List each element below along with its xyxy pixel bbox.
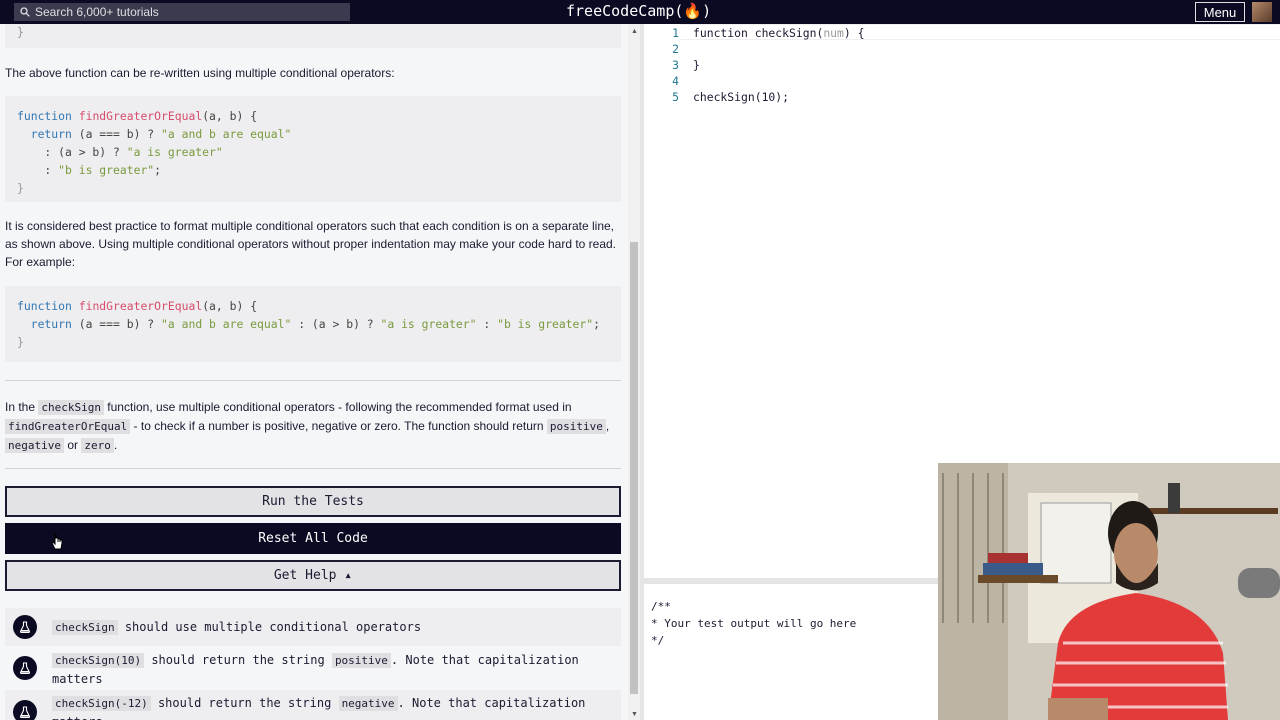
divider <box>5 468 621 469</box>
reset-code-button[interactable]: Reset All Code <box>5 523 621 554</box>
mouse-cursor-icon <box>51 533 63 550</box>
scrollbar-thumb[interactable] <box>630 242 638 694</box>
brand-logo[interactable]: freeCodeCamp(🔥) <box>566 2 711 20</box>
code-line[interactable]: checkSign(10); <box>693 90 789 104</box>
code-example-unformatted: function findGreaterOrEqual(a, b) { retu… <box>5 286 621 362</box>
code-line[interactable]: } <box>693 58 700 72</box>
line-number: 3 <box>672 58 679 72</box>
challenge-instructions: In the checkSign function, use multiple … <box>5 400 610 453</box>
code-example-tail: } <box>5 24 621 48</box>
test-item: checkSign(10) should return the string p… <box>5 646 621 690</box>
flask-icon <box>13 700 37 720</box>
test-item: checkSign(-12) should return the string … <box>5 690 621 720</box>
lesson-scrollbar[interactable]: ▲ ▼ <box>628 24 640 720</box>
search-input[interactable]: Search 6,000+ tutorials <box>14 3 350 21</box>
lesson-paragraph-1: The above function can be re-written usi… <box>5 66 395 80</box>
output-line: */ <box>651 634 665 647</box>
avatar[interactable] <box>1252 2 1272 22</box>
line-number: 5 <box>672 90 679 104</box>
divider <box>5 380 621 381</box>
lesson-pane: } The above function can be re-written u… <box>0 24 628 720</box>
flask-icon <box>13 615 37 639</box>
test-item: checkSign should use multiple conditiona… <box>5 608 621 646</box>
scroll-up-icon[interactable]: ▲ <box>631 28 638 35</box>
run-tests-button[interactable]: Run the Tests <box>5 486 621 517</box>
webcam-overlay <box>938 463 1280 720</box>
line-number: 2 <box>672 42 679 56</box>
code-example-formatted: function findGreaterOrEqual(a, b) { retu… <box>5 96 621 202</box>
menu-button[interactable]: Menu <box>1195 2 1245 22</box>
line-number: 1 <box>672 26 679 40</box>
test-output-console: /** * Your test output will go here */ <box>644 584 938 720</box>
get-help-button[interactable]: Get Help ▴ <box>5 560 621 591</box>
search-icon <box>20 7 30 17</box>
line-number: 4 <box>672 74 679 88</box>
output-line: * Your test output will go here <box>651 617 857 630</box>
top-navbar: Search 6,000+ tutorials freeCodeCamp(🔥) … <box>0 0 1280 24</box>
code-line[interactable]: function checkSign(num) { <box>693 26 864 40</box>
flask-icon <box>13 656 37 680</box>
output-line: /** <box>651 600 671 613</box>
lesson-paragraph-2: It is considered best practice to format… <box>5 219 617 269</box>
webcam-presenter-image <box>938 463 1280 720</box>
scroll-down-icon[interactable]: ▼ <box>631 711 638 718</box>
search-placeholder: Search 6,000+ tutorials <box>35 5 159 19</box>
